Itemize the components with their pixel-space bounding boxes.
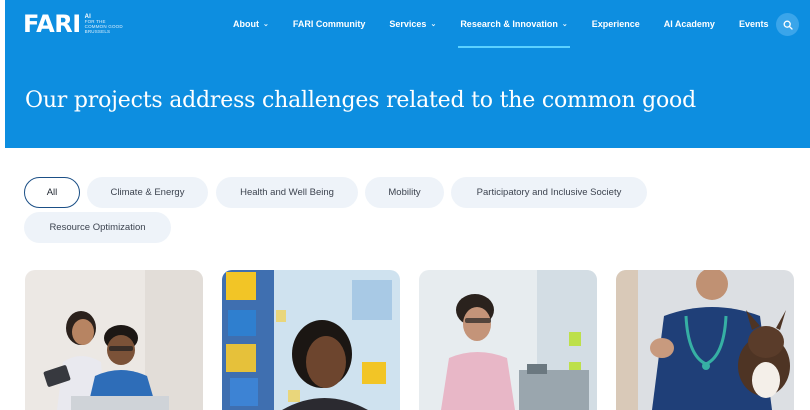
nav-item-fari-community[interactable]: FARI Community <box>293 0 366 48</box>
filter-chip-mobility[interactable]: Mobility <box>365 177 444 208</box>
hero-banner: Our projects address challenges related … <box>5 48 810 148</box>
logo-tagline-line-3: Brussels <box>84 28 111 34</box>
top-navigation: FARI AI For the common good Brussels Abo… <box>5 0 810 48</box>
logo-wordmark: FARI <box>23 10 81 38</box>
chevron-down-icon: ⌄ <box>430 21 437 28</box>
chevron-down-icon: ⌄ <box>561 21 568 28</box>
nav-item-ai-academy[interactable]: AI Academy <box>664 0 715 48</box>
nav-item-label: About <box>233 19 259 29</box>
search-button[interactable] <box>776 13 799 36</box>
filter-chip-climate-energy[interactable]: Climate & Energy <box>87 177 208 208</box>
nav-item-research-innovation[interactable]: Research & Innovation ⌄ <box>458 0 571 48</box>
nav-item-label: Research & Innovation <box>460 19 558 29</box>
logo-tagline: AI For the common good Brussels <box>85 14 123 34</box>
nav-item-experience[interactable]: Experience <box>592 0 640 48</box>
page: FARI AI For the common good Brussels Abo… <box>0 0 810 410</box>
nav-item-services[interactable]: Services ⌄ <box>389 0 436 48</box>
nav-item-events[interactable]: Events <box>739 0 769 48</box>
project-card-image <box>419 270 597 410</box>
main-menu: About ⌄ FARI Community Services ⌄ Resear… <box>233 0 792 48</box>
project-card[interactable] <box>616 270 794 410</box>
filter-chip-resource-optimization[interactable]: Resource Optimization <box>24 212 171 243</box>
nav-item-label: FARI Community <box>292 19 366 29</box>
nav-item-about[interactable]: About ⌄ <box>233 0 269 48</box>
filter-chip-participatory-inclusive-society[interactable]: Participatory and Inclusive Society <box>451 177 647 208</box>
nav-item-label: Events <box>738 19 769 29</box>
filter-chip-health-well-being[interactable]: Health and Well Being <box>216 177 358 208</box>
chevron-down-icon: ⌄ <box>263 21 269 28</box>
nav-item-label: AI Academy <box>663 19 715 29</box>
project-card-image <box>616 270 794 410</box>
page-title: Our projects address challenges related … <box>25 88 696 113</box>
project-card-image <box>25 270 203 410</box>
project-card[interactable] <box>419 270 597 410</box>
project-card-image <box>222 270 400 410</box>
fari-logo[interactable]: FARI AI For the common good Brussels <box>23 10 123 38</box>
project-card[interactable] <box>222 270 400 410</box>
filter-chip-all[interactable]: All <box>24 177 80 208</box>
project-card[interactable] <box>25 270 203 410</box>
nav-item-label: Services <box>389 19 427 29</box>
search-icon <box>783 20 793 30</box>
nav-item-label: Experience <box>591 19 640 29</box>
